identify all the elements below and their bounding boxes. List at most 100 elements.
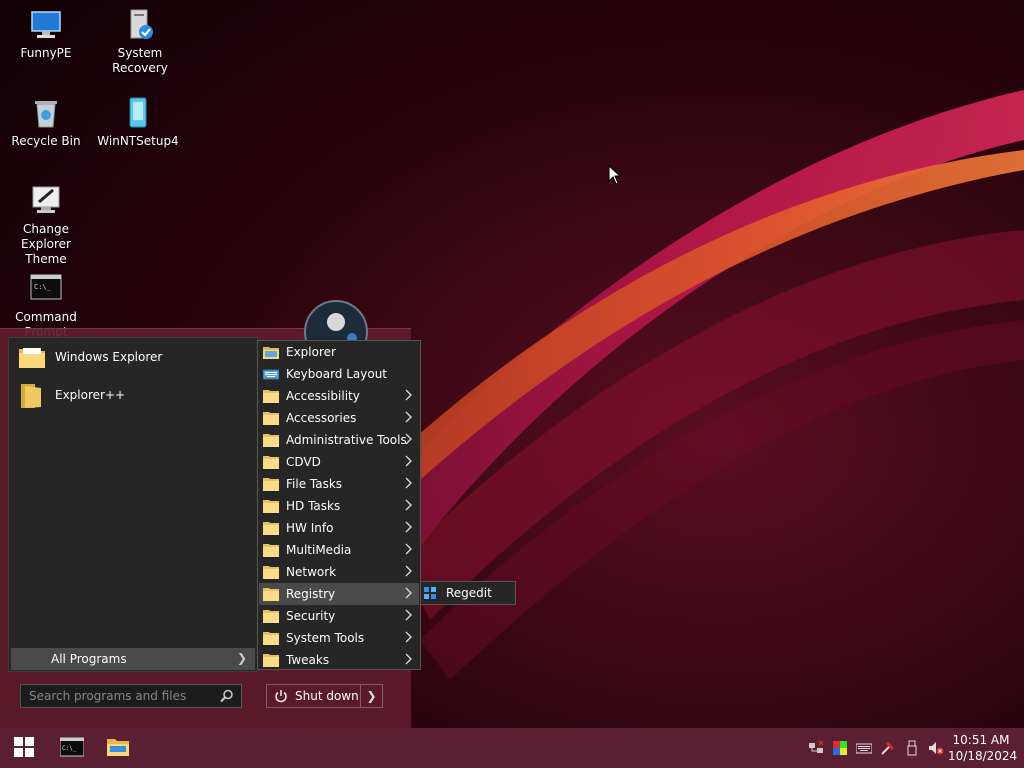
menu-item-keyboard-layout[interactable]: Keyboard Layout <box>259 363 419 385</box>
menu-item-label: Security <box>286 609 336 623</box>
menu-item-label: System Tools <box>286 631 365 645</box>
recycle-bin-icon <box>29 96 63 130</box>
chevron-right-icon <box>405 543 413 558</box>
explorer-icon <box>263 345 279 359</box>
system-recovery-icon <box>123 8 157 42</box>
mouse-cursor-icon <box>608 164 622 185</box>
menu-item-hw-info[interactable]: HW Info <box>259 517 419 539</box>
chevron-right-icon <box>405 433 413 448</box>
menu-item-network[interactable]: Network <box>259 561 419 583</box>
monitor-brush-icon <box>29 184 63 218</box>
folder-icon <box>263 433 279 447</box>
chevron-right-icon <box>405 499 413 514</box>
pinned-windows-explorer[interactable]: Windows Explorer <box>13 340 253 374</box>
menu-item-label: Accessibility <box>286 389 360 403</box>
all-programs-button[interactable]: All Programs ❯ <box>11 648 255 670</box>
folder-icon <box>263 521 279 535</box>
menu-item-cdvd[interactable]: CDVD <box>259 451 419 473</box>
folder-icon <box>263 653 279 667</box>
menu-item-label: Regedit <box>446 586 492 600</box>
shutdown-options-chevron-icon[interactable]: ❯ <box>360 685 382 707</box>
folder-icon <box>263 499 279 513</box>
menu-item-tweaks[interactable]: Tweaks <box>259 649 419 671</box>
menu-item-label: MultiMedia <box>286 543 352 557</box>
pinned-explorer-plus-plus[interactable]: Explorer++ <box>13 378 253 412</box>
chevron-right-icon <box>405 631 413 646</box>
chevron-right-icon <box>405 609 413 624</box>
taskbar-file-explorer[interactable] <box>96 728 140 768</box>
regedit-icon <box>423 586 439 600</box>
folder-icon <box>263 631 279 645</box>
folder-icon <box>263 565 279 579</box>
chevron-right-icon <box>405 653 413 668</box>
volume-muted-icon[interactable] <box>928 740 944 756</box>
folder-icon <box>17 342 47 372</box>
desktop-icon-winntsetup[interactable]: WinNTSetup4 <box>92 96 184 149</box>
search-placeholder: Search programs and files <box>29 689 187 703</box>
folder-icon <box>263 455 279 469</box>
all-programs-label: All Programs <box>51 652 127 666</box>
chevron-right-icon: ❯ <box>236 651 247 665</box>
windows-logo-icon <box>14 736 34 760</box>
chevron-right-icon <box>405 455 413 470</box>
menu-item-hd-tasks[interactable]: HD Tasks <box>259 495 419 517</box>
keyboard-icon[interactable] <box>855 740 873 756</box>
search-input[interactable]: Search programs and files <box>20 684 242 708</box>
folder-icon <box>263 411 279 425</box>
winntsetup-icon <box>121 96 155 130</box>
clock-date: 10/18/2024 <box>948 749 1018 763</box>
desktop-icon-funnype[interactable]: FunnyPE <box>0 8 92 61</box>
menu-item-label: HW Info <box>286 521 334 535</box>
command-prompt-icon: C:\_ <box>29 272 63 306</box>
command-prompt-icon: C:\_ <box>59 737 85 760</box>
chevron-right-icon <box>405 411 413 426</box>
programs-menu: Explorer Keyboard Layout Accessibility A… <box>257 340 421 670</box>
chevron-right-icon <box>405 521 413 536</box>
usb-drive-icon[interactable] <box>904 740 920 756</box>
color-palette-icon[interactable] <box>832 740 848 756</box>
start-left-pane: Windows Explorer Explorer++ All Programs… <box>8 337 258 672</box>
folder-icon <box>17 380 47 410</box>
registry-submenu: Regedit <box>420 581 516 605</box>
desktop-icon-recycle-bin[interactable]: Recycle Bin <box>0 96 92 149</box>
shutdown-label: Shut down <box>295 689 359 703</box>
svg-text:C:\_: C:\_ <box>62 745 77 752</box>
menu-item-label: Accessories <box>286 411 357 425</box>
menu-item-multimedia[interactable]: MultiMedia <box>259 539 419 561</box>
system-clock[interactable]: 10:51 AM 10/18/2024 <box>948 732 1018 764</box>
shutdown-button[interactable]: Shut down ❯ <box>266 684 383 708</box>
folder-icon <box>263 543 279 557</box>
start-button[interactable] <box>0 728 48 768</box>
menu-item-system-tools[interactable]: System Tools <box>259 627 419 649</box>
tools-icon[interactable] <box>880 740 896 756</box>
chevron-right-icon <box>405 565 413 580</box>
menu-item-label: Tweaks <box>286 653 330 667</box>
pinned-item-label: Windows Explorer <box>55 350 163 364</box>
taskbar-command-prompt[interactable]: C:\_ <box>50 728 94 768</box>
svg-text:C:\_: C:\_ <box>34 283 52 291</box>
menu-item-regedit[interactable]: Regedit <box>421 582 515 604</box>
folder-icon <box>263 477 279 491</box>
chevron-right-icon <box>405 477 413 492</box>
taskbar: C:\_ 10:51 AM 10/18/2024 <box>0 728 1024 768</box>
desktop-icon-change-explorer-theme[interactable]: Change Explorer Theme <box>0 184 92 267</box>
keyboard-icon <box>262 367 280 381</box>
chevron-right-icon <box>405 389 413 404</box>
menu-item-accessibility[interactable]: Accessibility <box>259 385 419 407</box>
menu-item-security[interactable]: Security <box>259 605 419 627</box>
menu-item-registry[interactable]: Registry <box>259 583 419 605</box>
desktop-icon-system-recovery[interactable]: System Recovery <box>94 8 186 76</box>
network-icon[interactable] <box>808 740 824 756</box>
menu-item-administrative-tools[interactable]: Administrative Tools <box>259 429 419 451</box>
power-icon <box>267 689 295 703</box>
pinned-item-label: Explorer++ <box>55 388 126 402</box>
menu-item-explorer[interactable]: Explorer <box>259 341 419 363</box>
folder-icon <box>263 587 279 601</box>
clock-time: 10:51 AM <box>952 733 1010 747</box>
menu-item-file-tasks[interactable]: File Tasks <box>259 473 419 495</box>
folder-icon <box>263 609 279 623</box>
menu-item-accessories[interactable]: Accessories <box>259 407 419 429</box>
menu-item-label: File Tasks <box>286 477 343 491</box>
computer-icon <box>29 8 63 42</box>
menu-item-label: CDVD <box>286 455 321 469</box>
